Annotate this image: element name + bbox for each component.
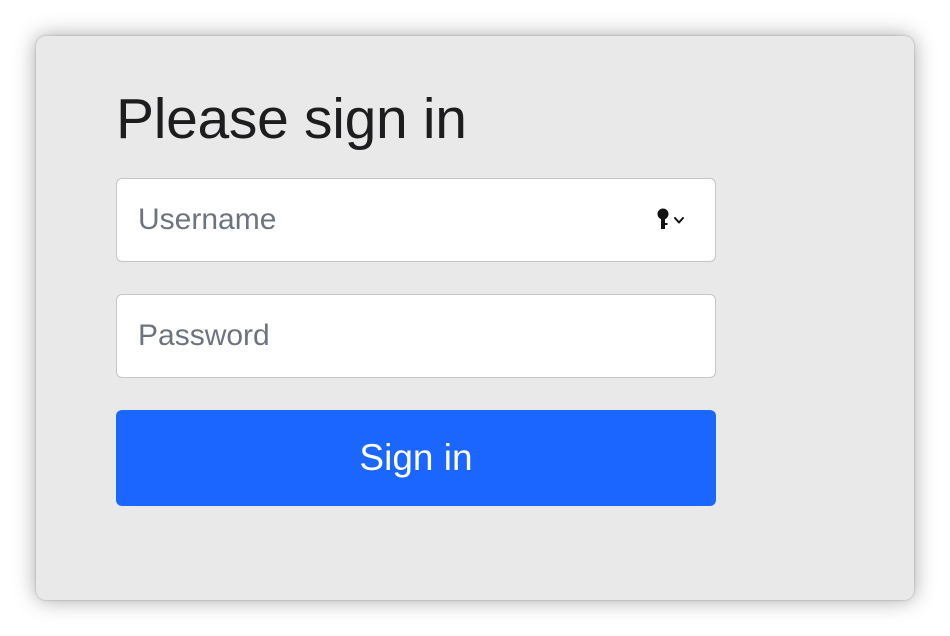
password-field-container [116,294,716,378]
sign-in-window: Please sign in Sign in [36,36,914,600]
username-input[interactable] [117,179,715,261]
sign-in-button[interactable]: Sign in [116,410,716,506]
key-icon [657,208,684,229]
page-title: Please sign in [116,87,467,151]
username-field-container [116,178,716,262]
password-autofill-button[interactable] [655,207,691,233]
chevron-down-icon [674,217,684,224]
password-input[interactable] [117,295,715,377]
